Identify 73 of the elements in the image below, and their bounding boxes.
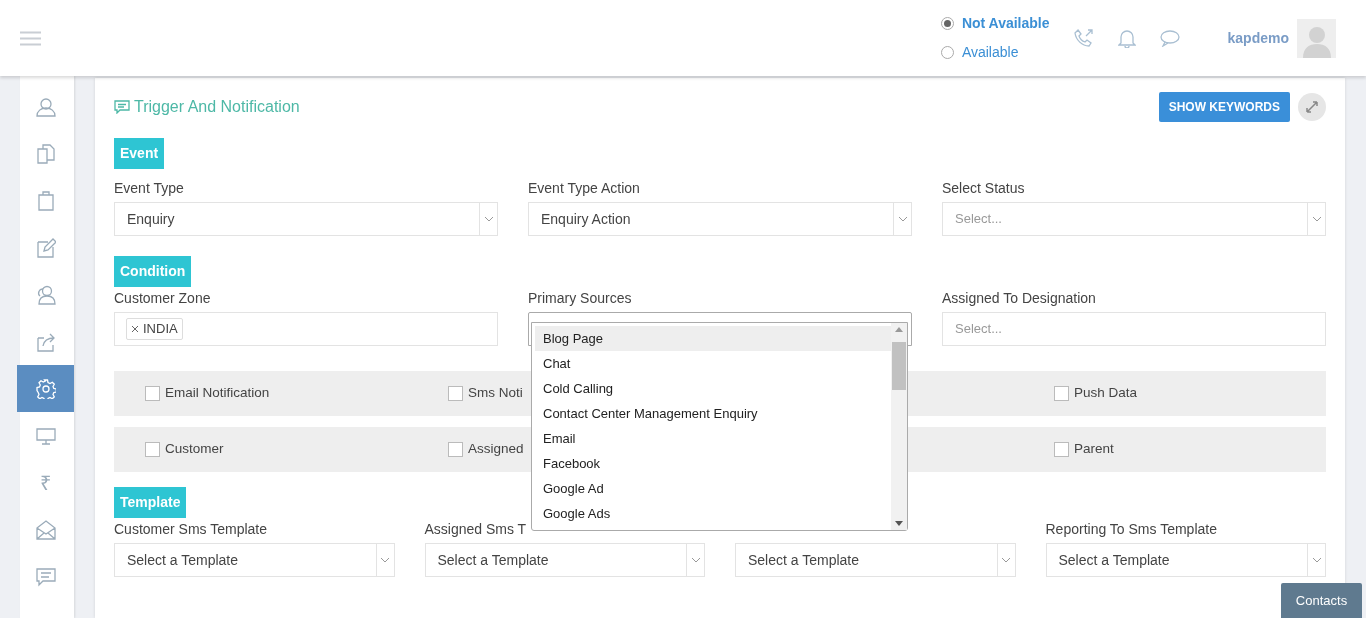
settings-icon — [35, 378, 56, 399]
share-icon — [35, 331, 56, 352]
scrollbar-thumb[interactable] — [892, 342, 906, 390]
section-heading: Condition — [114, 256, 192, 287]
checkbox[interactable] — [1054, 386, 1069, 401]
sidebar-item[interactable] — [17, 365, 74, 412]
checkbox[interactable] — [145, 442, 160, 457]
caret-icon — [1311, 557, 1322, 563]
field-label: Reporting To Sms Template — [1045, 520, 1218, 536]
caret-icon — [380, 557, 390, 563]
checkbox-label[interactable]: Assigned — [468, 439, 524, 460]
dropdown-option[interactable]: Email — [535, 426, 891, 451]
dropdown-option[interactable]: Contact Center Management Enquiry — [535, 401, 891, 426]
dropdown-option[interactable]: Google Ad — [535, 476, 891, 501]
phone-icon[interactable] — [1073, 28, 1094, 48]
dropdown-option[interactable]: Google Ads — [535, 501, 891, 526]
expand-button[interactable] — [1298, 93, 1326, 121]
mail-icon — [35, 519, 56, 540]
checkbox-label[interactable]: Parent — [1074, 439, 1114, 460]
dropdown-option[interactable]: Cold Calling — [535, 376, 891, 401]
dropdown-option[interactable]: Facebook — [535, 451, 891, 476]
checkbox-label[interactable]: Push Data — [1074, 383, 1138, 404]
field-label: Primary Sources — [528, 289, 633, 305]
select-field[interactable]: Enquiry — [114, 202, 498, 236]
field-label: Event Type — [114, 179, 185, 195]
select-field[interactable]: Select a Template — [114, 543, 395, 577]
checkbox-label[interactable]: Customer — [165, 439, 224, 460]
field-label: Assigned Sms T — [424, 520, 528, 536]
edit-icon — [35, 237, 56, 258]
field-label: Event Type Action — [528, 179, 641, 195]
contacts-button[interactable]: Contacts — [1281, 583, 1362, 618]
section-heading: Template — [114, 487, 187, 518]
caret-icon — [1311, 216, 1322, 222]
caret-icon — [690, 557, 701, 563]
field-label: Select Status — [942, 179, 1026, 195]
caret-icon — [1001, 557, 1011, 563]
remove-icon[interactable] — [131, 325, 139, 333]
field-label: Customer Sms Template — [114, 520, 268, 536]
checkbox[interactable] — [448, 442, 463, 457]
tag-label: INDIA — [143, 320, 178, 339]
field-label: Customer Zone — [114, 289, 212, 305]
select-field[interactable]: Enquiry Action — [528, 202, 912, 236]
field-label: Assigned To Designation — [942, 289, 1097, 305]
clipboard-icon — [35, 190, 56, 211]
users-icon — [35, 284, 56, 305]
chat-icon — [35, 566, 56, 587]
bell-icon[interactable] — [1117, 28, 1136, 48]
avatar-icon[interactable] — [1297, 18, 1336, 58]
section-heading: Event — [114, 138, 165, 169]
monitor-icon — [35, 425, 56, 446]
select-field[interactable]: Select a Template — [1045, 543, 1326, 577]
status-label[interactable]: Available — [961, 42, 1019, 63]
select-field[interactable]: INDIA — [114, 312, 498, 346]
chat-icon — [114, 100, 130, 114]
user-icon — [35, 96, 56, 117]
caret-icon — [483, 216, 494, 222]
copy-icon — [35, 143, 56, 164]
checkbox-label[interactable]: Email Notification — [165, 383, 270, 404]
caret-icon — [897, 216, 908, 222]
chat-icon[interactable] — [1159, 29, 1180, 47]
checkbox[interactable] — [448, 386, 463, 401]
checkbox-label[interactable]: Sms Noti — [468, 383, 523, 404]
dropdown-option[interactable]: Blog Page — [535, 326, 891, 351]
checkbox[interactable] — [145, 386, 160, 401]
menu-icon[interactable] — [20, 30, 41, 46]
panel-title: Trigger And Notification — [134, 97, 300, 117]
expand-icon — [1306, 101, 1318, 113]
select-field[interactable]: Select a Template — [735, 543, 1016, 577]
select-field[interactable]: Select a Template — [424, 543, 705, 577]
checkbox[interactable] — [1054, 442, 1069, 457]
scroll-up-icon[interactable] — [895, 327, 903, 332]
scroll-down-icon[interactable] — [895, 521, 903, 526]
dropdown-option[interactable]: Chat — [535, 351, 891, 376]
